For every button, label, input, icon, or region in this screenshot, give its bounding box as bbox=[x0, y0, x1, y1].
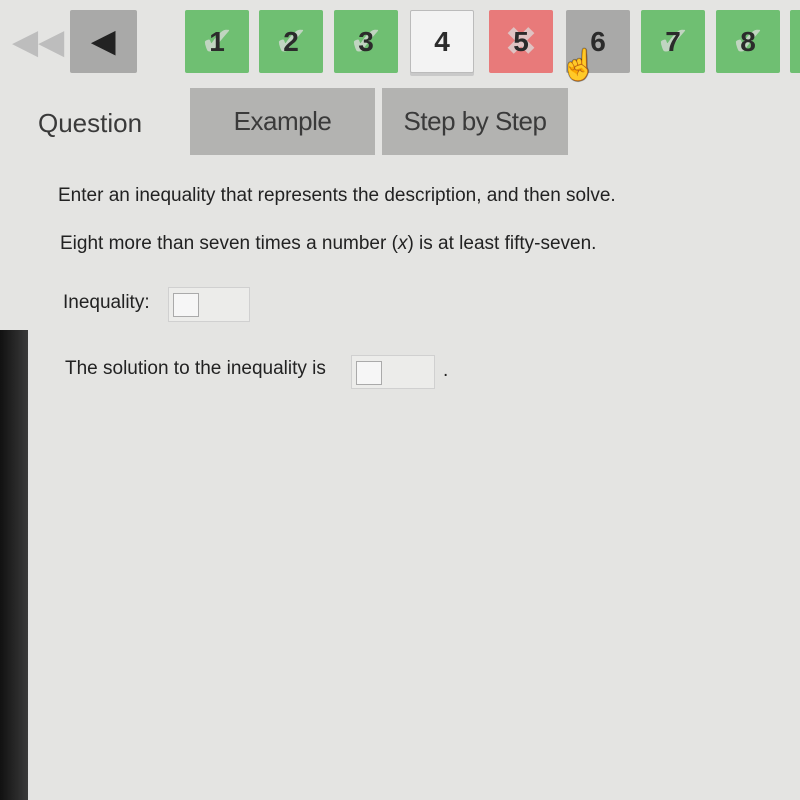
input-placeholder-box bbox=[173, 293, 199, 317]
mouse-cursor-hand-icon: ☝ bbox=[560, 49, 598, 82]
problem-text: Eight more than seven times a number (x)… bbox=[60, 233, 596, 255]
tab-question[interactable]: Question bbox=[38, 108, 142, 139]
instruction-text: Enter an inequality that represents the … bbox=[58, 185, 616, 206]
question-number: 8 bbox=[740, 25, 756, 57]
double-chevron-left-icon: ◀◀ bbox=[12, 23, 65, 61]
problem-variable: x bbox=[397, 233, 408, 254]
question-number: 5 bbox=[513, 25, 529, 57]
question-button-2[interactable]: ✔ 2 bbox=[259, 10, 323, 73]
tab-example[interactable]: Example bbox=[190, 88, 375, 155]
screen-bezel bbox=[0, 330, 28, 800]
question-button-3[interactable]: ✔ 3 bbox=[334, 10, 398, 73]
problem-after: ) is at least fifty-seven. bbox=[407, 233, 597, 254]
inequality-input[interactable] bbox=[168, 287, 250, 322]
question-number: 2 bbox=[283, 25, 299, 57]
problem-before: Eight more than seven times a number ( bbox=[60, 233, 398, 254]
tab-step-by-step[interactable]: Step by Step bbox=[382, 88, 568, 155]
question-button-partial[interactable] bbox=[790, 10, 800, 73]
previous-button[interactable]: ◀ bbox=[70, 10, 137, 73]
question-number: 1 bbox=[209, 25, 225, 57]
question-button-4[interactable]: 4 bbox=[410, 10, 474, 73]
question-number: 3 bbox=[358, 25, 374, 57]
period: . bbox=[443, 360, 449, 381]
question-button-8[interactable]: ✔ 8 bbox=[716, 10, 780, 73]
solution-input[interactable] bbox=[351, 355, 435, 389]
solution-label: The solution to the inequality is bbox=[65, 358, 326, 379]
triangle-left-icon: ◀ bbox=[91, 25, 116, 58]
inequality-label: Inequality: bbox=[63, 292, 150, 313]
input-placeholder-box bbox=[356, 361, 382, 385]
question-button-1[interactable]: ✔ 1 bbox=[185, 10, 249, 73]
question-number: 4 bbox=[434, 25, 450, 57]
question-number: 7 bbox=[665, 25, 681, 57]
question-button-7[interactable]: ✔ 7 bbox=[641, 10, 705, 73]
question-button-5[interactable]: ✖ 5 bbox=[489, 10, 553, 73]
first-question-button[interactable]: ◀◀ bbox=[12, 22, 64, 62]
